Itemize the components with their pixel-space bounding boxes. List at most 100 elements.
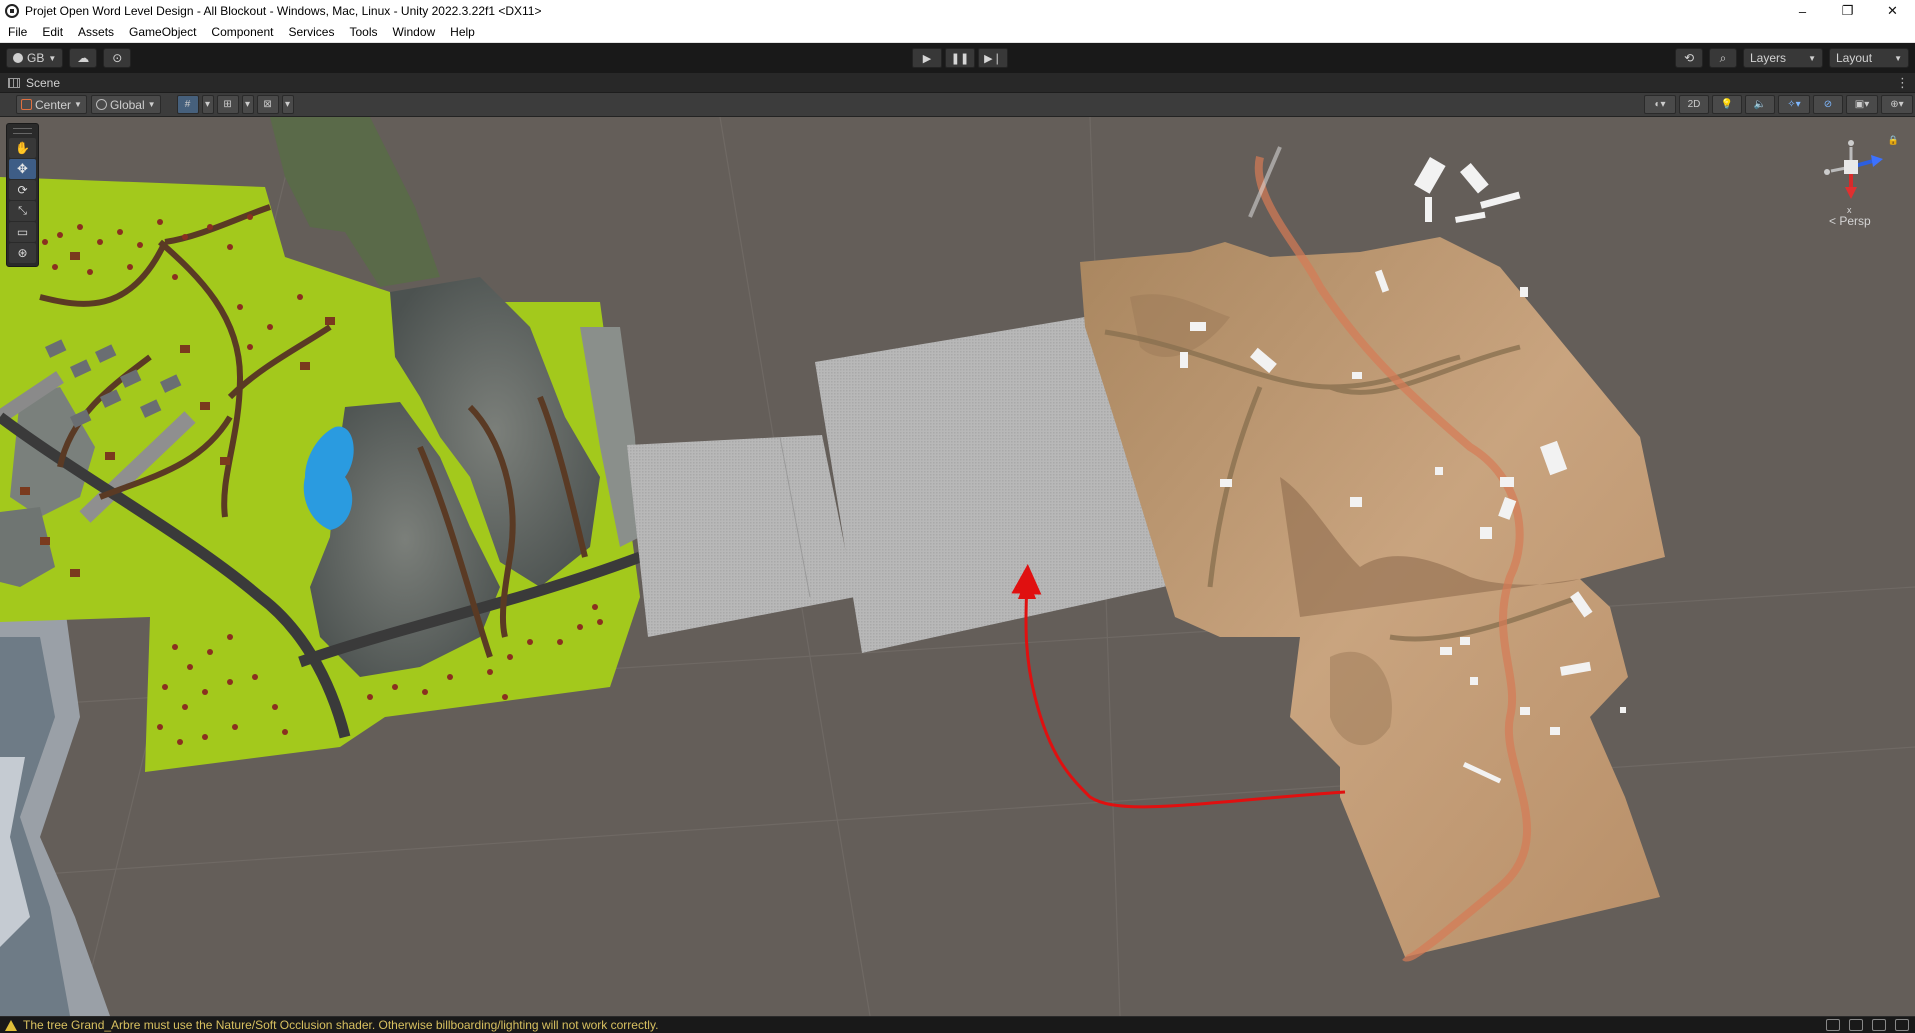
rect-tool-button[interactable]: ▭	[9, 222, 36, 242]
collab-icon: ⊙	[112, 51, 123, 65]
title-bar: Projet Open Word Level Design - All Bloc…	[0, 0, 1915, 22]
scene-tab-bar: Scene ⋮	[0, 73, 1915, 93]
menu-services[interactable]: Services	[280, 25, 341, 39]
pause-button[interactable]: ❚❚	[945, 48, 975, 68]
layers-label: Layers	[1750, 51, 1787, 65]
grid-icon: #	[184, 99, 191, 110]
snap-toggle[interactable]: ⊞	[216, 95, 239, 114]
menu-help[interactable]: Help	[442, 25, 482, 39]
globe-icon	[95, 99, 107, 110]
grid-toggle[interactable]: #	[176, 95, 199, 114]
shading-sphere-icon: ◐▾	[1654, 99, 1666, 110]
projection-label[interactable]: < Persp	[1829, 214, 1871, 228]
cloud-icon: ☁	[77, 51, 90, 65]
snap-options[interactable]: ▾	[241, 95, 254, 114]
close-button[interactable]: ✕	[1870, 0, 1915, 22]
increment-snap-toggle[interactable]: ⊠	[256, 95, 279, 114]
main-toolbar: GB ▼ ☁ ⊙ ▶ ❚❚ ▶❘ ⟲ ⌕ Layers ▼ Layout ▼	[0, 43, 1915, 73]
chevron-down-icon: ▾	[285, 99, 291, 110]
scene-viewport[interactable]	[0, 117, 1915, 1016]
scene-render	[0, 117, 1915, 1016]
scale-icon: ⤡	[18, 204, 27, 217]
pivot-label: Center	[35, 97, 72, 112]
chevron-down-icon: ▾	[245, 99, 251, 110]
search-button[interactable]: ⌕	[1709, 48, 1737, 68]
hidden-eye-icon: ⊘	[1823, 99, 1833, 110]
gizmos-icon: ⊕▾	[1890, 99, 1904, 110]
pause-icon: ❚❚	[950, 52, 970, 65]
unity-logo-icon	[5, 4, 19, 18]
tool-palette: ✋ ✥ ⟳ ⤡ ▭ ⊛	[6, 123, 39, 267]
menu-assets[interactable]: Assets	[70, 25, 121, 39]
step-button[interactable]: ▶❘	[978, 48, 1008, 68]
history-icon: ⟲	[1683, 51, 1695, 65]
green-terrain	[0, 117, 642, 772]
move-icon: ✥	[17, 161, 28, 176]
layout-dropdown[interactable]: Layout ▼	[1829, 48, 1909, 68]
chevron-down-icon: ▼	[147, 100, 156, 109]
light-bulb-icon: 💡	[1720, 99, 1734, 110]
console-message[interactable]: The tree Grand_Arbre must use the Nature…	[23, 1018, 658, 1032]
more-options-icon[interactable]: ⋮	[1896, 75, 1909, 91]
account-label: GB	[27, 51, 45, 65]
restore-button[interactable]: ❐	[1825, 0, 1870, 22]
grid-options[interactable]: ▾	[201, 95, 214, 114]
unity-editor-window: Projet Open Word Level Design - All Bloc…	[0, 0, 1915, 1033]
window-title: Projet Open Word Level Design - All Bloc…	[25, 4, 542, 18]
network-icon[interactable]	[1895, 1019, 1909, 1031]
account-dropdown[interactable]: GB ▼	[6, 48, 64, 68]
pivot-dropdown[interactable]: Center ▼	[16, 95, 87, 114]
chevron-down-icon: ▼	[1808, 53, 1816, 63]
undo-history-button[interactable]: ⟲	[1675, 48, 1703, 68]
increment-snap-options[interactable]: ▾	[281, 95, 294, 114]
cloud-button[interactable]: ☁	[69, 48, 98, 68]
visibility-toggle[interactable]: ⊘	[1813, 95, 1843, 114]
audio-toggle[interactable]: 🔈	[1745, 95, 1775, 114]
scale-tool-button[interactable]: ⤡	[9, 201, 36, 221]
collab-button[interactable]: ⊙	[103, 48, 132, 68]
move-tool-button[interactable]: ✥	[9, 159, 36, 179]
layout-label: Layout	[1836, 51, 1873, 65]
desert-terrain	[1080, 146, 1665, 962]
toggle-2d-button[interactable]: 2D	[1679, 95, 1709, 114]
palette-drag-handle[interactable]	[13, 128, 32, 134]
lock-icon[interactable]: 🔒	[1888, 135, 1899, 146]
chevron-down-icon: ▼	[1894, 53, 1902, 63]
axis-gizmo-svg: x	[1824, 140, 1883, 215]
play-button[interactable]: ▶	[912, 48, 942, 68]
mode-2d-label: 2D	[1687, 99, 1701, 110]
play-icon: ▶	[922, 52, 932, 65]
scene-toolbar: Center ▼ Global ▼ # ▾ ⊞ ▾ ⊠ ▾ ◐▾ 2D 💡 🔈 …	[0, 93, 1915, 117]
draw-mode-dropdown[interactable]: ◐▾	[1644, 95, 1676, 114]
menu-tools[interactable]: Tools	[341, 25, 384, 39]
scene-grid-icon	[8, 77, 20, 88]
blockout-planes	[627, 314, 1172, 653]
rotate-tool-button[interactable]: ⟳	[9, 180, 36, 200]
lighting-toggle[interactable]: 💡	[1712, 95, 1742, 114]
account-icon	[13, 53, 23, 63]
camera-icon: ▣▾	[1854, 99, 1870, 110]
menu-edit[interactable]: Edit	[34, 25, 70, 39]
tab-scene[interactable]: Scene	[26, 76, 60, 90]
camera-settings-dropdown[interactable]: ▣▾	[1846, 95, 1878, 114]
grey-terrain	[0, 607, 110, 1016]
menu-gameobject[interactable]: GameObject	[121, 25, 203, 39]
step-icon: ▶❘	[984, 52, 1002, 65]
minimize-button[interactable]: –	[1780, 0, 1825, 22]
menu-window[interactable]: Window	[384, 25, 442, 39]
hand-icon: ✋	[15, 141, 30, 155]
hand-tool-button[interactable]: ✋	[9, 138, 36, 158]
menu-component[interactable]: Component	[203, 25, 280, 39]
effects-toggle[interactable]: ✧▾	[1778, 95, 1810, 114]
chevron-down-icon: ▾	[205, 99, 211, 110]
bug-icon[interactable]	[1826, 1019, 1840, 1031]
orientation-gizmo[interactable]: 🔒 x < Persp	[1811, 135, 1901, 230]
transform-tool-button[interactable]: ⊛	[9, 243, 36, 263]
effects-icon: ✧▾	[1787, 99, 1801, 110]
gizmos-dropdown[interactable]: ⊕▾	[1881, 95, 1913, 114]
menu-file[interactable]: File	[0, 25, 34, 39]
layers-dropdown[interactable]: Layers ▼	[1743, 48, 1823, 68]
lighting-status-icon[interactable]	[1872, 1019, 1886, 1031]
progress-icon[interactable]	[1849, 1019, 1863, 1031]
space-dropdown[interactable]: Global ▼	[90, 95, 161, 114]
